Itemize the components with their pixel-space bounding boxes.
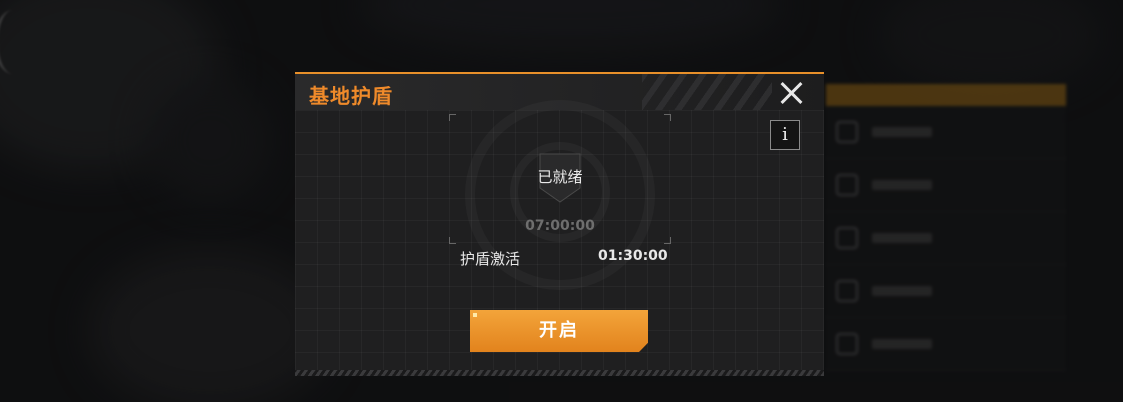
dialog-title: 基地护盾 bbox=[309, 84, 393, 108]
base-shield-dialog: 基地护盾 i 已就绪 07:00:00 护盾激活 01:30:00 开启 bbox=[295, 72, 824, 376]
cooldown-timer: 07:00:00 bbox=[525, 218, 595, 234]
info-icon[interactable]: i bbox=[770, 120, 800, 150]
shield-activation-label: 护盾激活 bbox=[460, 250, 521, 268]
dialog-body: i 已就绪 07:00:00 护盾激活 01:30:00 开启 bbox=[295, 110, 824, 376]
title-stripes bbox=[642, 74, 772, 110]
status-ready-label: 已就绪 bbox=[537, 168, 583, 186]
activate-button[interactable]: 开启 bbox=[470, 310, 648, 352]
bottom-hatch bbox=[295, 370, 824, 376]
close-icon[interactable] bbox=[778, 80, 804, 106]
shield-activation-duration: 01:30:00 bbox=[598, 248, 668, 264]
